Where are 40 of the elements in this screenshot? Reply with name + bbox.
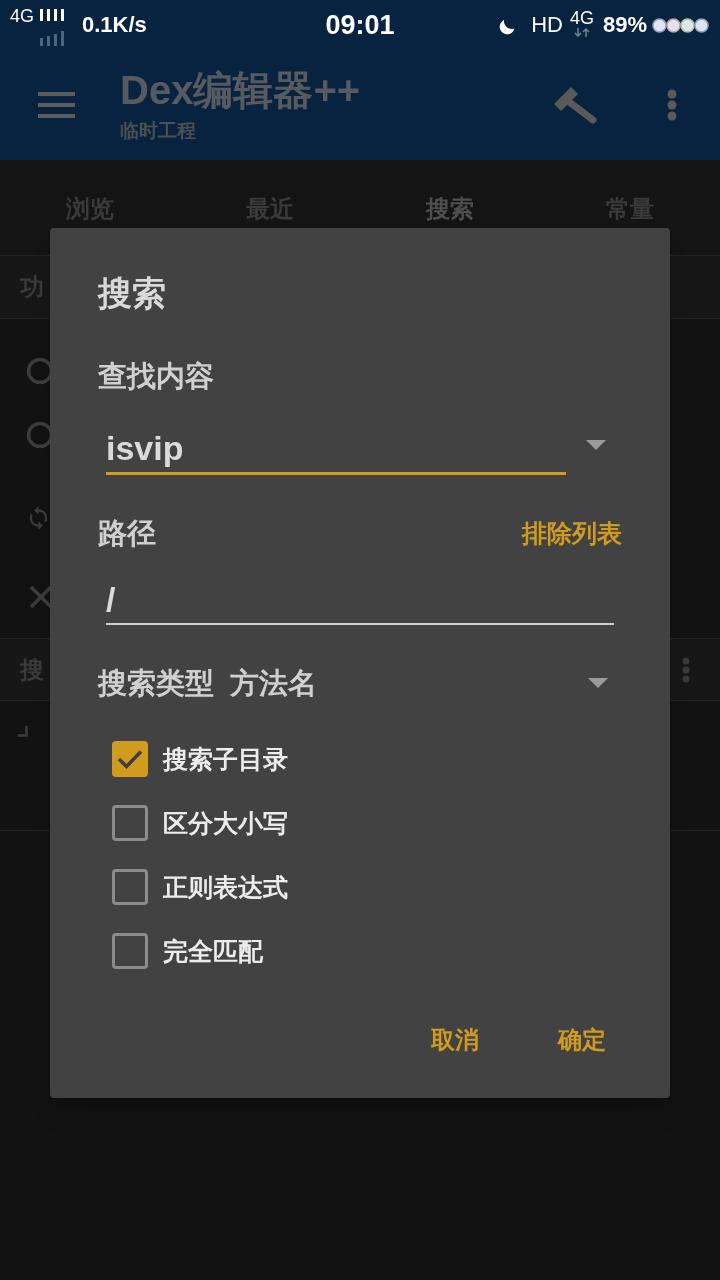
dialog-button[interactable]: 取消 (423, 1017, 487, 1063)
checkbox[interactable] (112, 869, 148, 905)
app-subtitle: 临时工程 (120, 119, 197, 143)
dialog-title: 搜索 (98, 273, 167, 314)
tab[interactable]: 搜索 (426, 194, 474, 224)
caret-icon[interactable] (588, 678, 608, 688)
hd-label: HD (531, 11, 563, 39)
search-type-dropdown[interactable]: 方法名 (230, 665, 608, 701)
caret-icon[interactable] (586, 440, 606, 450)
path-input[interactable]: / (106, 575, 614, 625)
corner-icon (18, 726, 28, 737)
moon-icon (499, 19, 516, 35)
signal-icon (40, 9, 66, 46)
menu-icon[interactable] (38, 92, 75, 118)
network-label: 4G (10, 6, 34, 26)
battery-percent: 89% (602, 11, 647, 39)
exclude-list-link[interactable]: 排除列表 (522, 517, 622, 549)
hammer-icon[interactable] (554, 85, 598, 125)
checkbox-label: 区分大小写 (163, 808, 288, 839)
checkbox[interactable] (112, 741, 148, 777)
more-icon[interactable] (682, 656, 690, 683)
checkbox[interactable] (112, 805, 148, 841)
checkbox-label: 搜索子目录 (163, 744, 288, 775)
network-speed: 0.1K/s (82, 11, 147, 39)
data-network-label: 4G (569, 7, 594, 28)
field-label: 路径 (98, 516, 156, 551)
checkbox[interactable] (112, 933, 148, 969)
checkbox-label: 完全匹配 (163, 936, 263, 967)
data-arrows-icon (571, 27, 592, 37)
refresh-icon (28, 504, 50, 531)
more-icon[interactable] (667, 89, 677, 121)
app-title: Dex编辑器++ (120, 67, 361, 113)
field-label: 查找内容 (98, 359, 215, 394)
search-input[interactable]: isvip (106, 425, 566, 475)
field-label: 搜索类型 (98, 666, 214, 701)
dialog-button[interactable]: 确定 (550, 1017, 614, 1063)
check-icon (117, 749, 143, 769)
circles-icon (652, 17, 710, 33)
clock: 09:01 (325, 9, 395, 41)
checkbox-label: 正则表达式 (163, 872, 288, 903)
